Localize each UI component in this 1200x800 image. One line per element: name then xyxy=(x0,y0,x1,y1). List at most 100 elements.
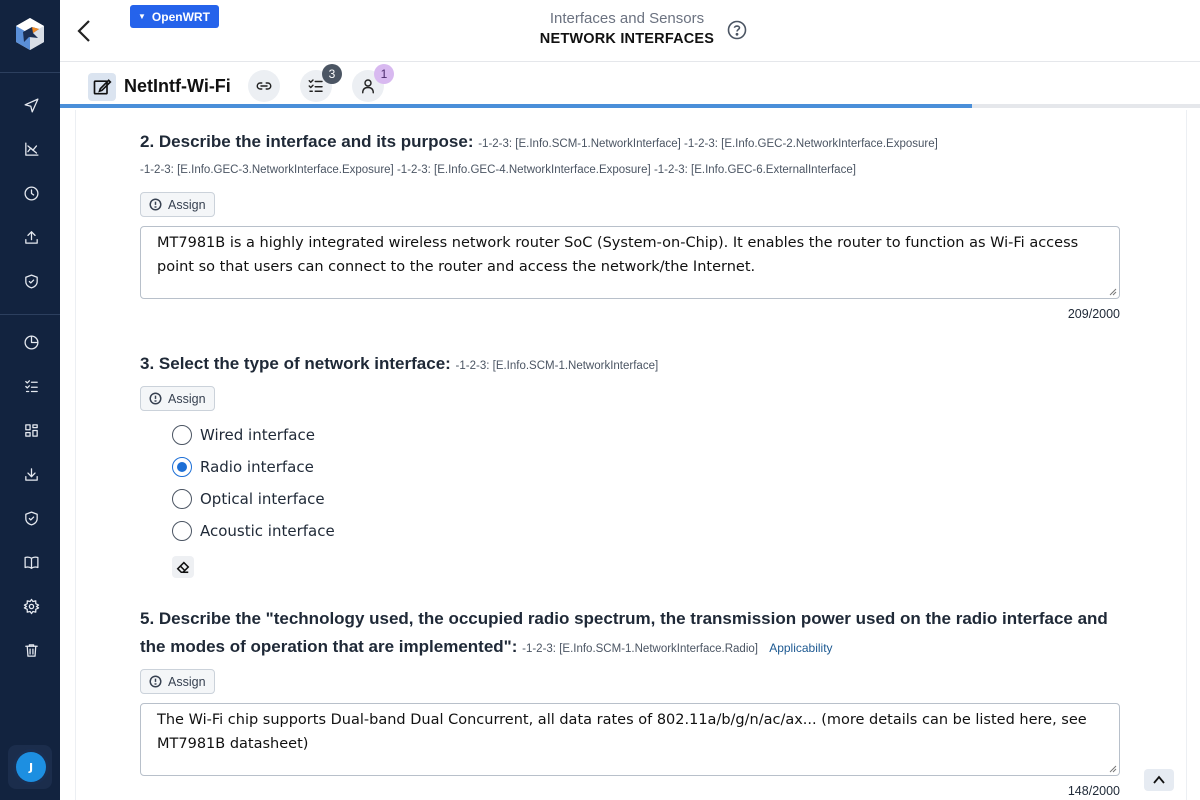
shield-icon[interactable] xyxy=(22,509,40,527)
scroll-to-top-button[interactable] xyxy=(1144,769,1174,791)
assign-button[interactable]: Assign xyxy=(140,669,215,694)
back-button[interactable] xyxy=(74,18,94,44)
ref-prefix: -1-2-3: xyxy=(478,138,513,150)
caret-down-icon: ▼ xyxy=(138,12,146,21)
radio-optical-interface[interactable]: Optical interface xyxy=(172,488,325,510)
radio-label: Acoustic interface xyxy=(200,522,335,540)
help-icon[interactable] xyxy=(727,20,747,40)
checklist-icon xyxy=(308,79,323,92)
avatar-initial: J xyxy=(28,760,34,774)
assign-label: Assign xyxy=(168,391,206,406)
question-5-title: 5. Describe the "technology used, the oc… xyxy=(140,605,1125,663)
item-title: NetIntf-Wi-Fi xyxy=(124,76,231,96)
radio-label: Optical interface xyxy=(200,490,325,508)
book-icon[interactable] xyxy=(22,553,40,571)
dashboard-icon[interactable] xyxy=(22,421,40,439)
clear-selection-button[interactable] xyxy=(172,556,194,578)
page-title: NETWORK INTERFACES xyxy=(539,31,715,47)
applicability-link[interactable]: Applicability xyxy=(769,641,832,655)
chart-icon[interactable] xyxy=(22,140,40,158)
gear-icon[interactable] xyxy=(22,597,40,615)
question-2-char-count: 209/2000 xyxy=(1067,307,1120,321)
clock-icon[interactable] xyxy=(22,184,40,202)
question-5-title-line2: the modes of operation that are implemen… xyxy=(140,633,1125,663)
question-2-answer-text: MT7981B is a highly integrated wireless … xyxy=(157,235,1079,275)
ref-link[interactable]: [E.Info.SCM-1.NetworkInterface] xyxy=(493,360,659,372)
alert-circle-icon xyxy=(149,198,162,211)
radio-wired-interface[interactable]: Wired interface xyxy=(172,424,315,446)
radio-acoustic-interface[interactable]: Acoustic interface xyxy=(172,520,335,542)
sidebar-divider xyxy=(0,72,60,73)
page-titles: Interfaces and Sensors NETWORK INTERFACE… xyxy=(527,10,727,47)
question-2-text: 2. Describe the interface and its purpos… xyxy=(140,132,474,151)
radio-label: Radio interface xyxy=(200,458,314,476)
ref-prefix: -1-2-3: xyxy=(140,164,174,176)
question-5-text-line1: 5. Describe the "technology used, the oc… xyxy=(140,609,1108,628)
ref-link[interactable]: [E.Info.GEC-4.NetworkInterface.Exposure] xyxy=(434,164,651,176)
ref-prefix: -1-2-3: xyxy=(455,360,490,372)
question-3-refs: -1-2-3: [E.Info.SCM-1.NetworkInterface] xyxy=(456,360,659,372)
progress-bar xyxy=(60,104,1200,108)
project-selector[interactable]: ▼ OpenWRT xyxy=(130,5,219,28)
app-logo-icon[interactable] xyxy=(12,16,48,52)
ref-link[interactable]: [E.Info.GEC-2.NetworkInterface.Exposure] xyxy=(721,138,938,150)
radio-button-selected[interactable] xyxy=(172,457,192,477)
assign-button[interactable]: Assign xyxy=(140,386,215,411)
assign-button[interactable]: Assign xyxy=(140,192,215,217)
sidebar-divider xyxy=(0,314,60,315)
pie-chart-icon[interactable] xyxy=(22,333,40,351)
ref-link[interactable]: [E.Info.SCM-1.NetworkInterface.Radio] xyxy=(559,643,758,655)
avatar[interactable]: J xyxy=(16,752,46,782)
questionnaire-panel xyxy=(75,110,1187,800)
checklist-count-badge: 3 xyxy=(322,64,342,84)
resize-handle-icon[interactable] xyxy=(1109,288,1117,296)
project-selector-label: OpenWRT xyxy=(151,9,210,24)
link-icon xyxy=(256,82,272,90)
eraser-icon xyxy=(176,561,190,574)
ref-prefix: -1-2-3: xyxy=(684,138,718,150)
user-icon xyxy=(362,79,374,94)
link-button[interactable] xyxy=(248,70,280,102)
resize-handle-icon[interactable] xyxy=(1109,765,1117,773)
alert-circle-icon xyxy=(149,675,162,688)
ref-prefix: -1-2-3: xyxy=(653,164,688,176)
chevron-left-icon xyxy=(77,20,90,42)
question-3-text: 3. Select the type of network interface: xyxy=(140,354,451,373)
radio-button[interactable] xyxy=(172,489,192,509)
ref-link[interactable]: [E.Info.GEC-6.ExternalInterface] xyxy=(691,164,856,176)
question-2-refs: -1-2-3: [E.Info.SCM-1.NetworkInterface] … xyxy=(478,138,938,150)
download-icon[interactable] xyxy=(22,465,40,483)
question-2-answer-input[interactable]: MT7981B is a highly integrated wireless … xyxy=(140,226,1120,299)
alert-circle-icon xyxy=(149,392,162,405)
navigation-icon[interactable] xyxy=(22,96,40,114)
question-5-refs: -1-2-3: [E.Info.SCM-1.NetworkInterface.R… xyxy=(522,643,761,655)
page-subtitle: Interfaces and Sensors xyxy=(549,10,705,27)
question-5-char-count: 148/2000 xyxy=(1067,784,1120,798)
radio-button[interactable] xyxy=(172,425,192,445)
question-5-answer-text: The Wi-Fi chip supports Dual-band Dual C… xyxy=(157,712,1087,752)
radio-radio-interface[interactable]: Radio interface xyxy=(172,456,314,478)
top-header: ▼ OpenWRT Interfaces and Sensors NETWORK… xyxy=(60,0,1200,62)
ref-prefix: -1-2-3: xyxy=(522,643,556,655)
ref-link[interactable]: [E.Info.SCM-1.NetworkInterface] xyxy=(515,138,681,150)
shield-check-icon[interactable] xyxy=(22,272,40,290)
assignees-count-badge: 1 xyxy=(374,64,394,84)
trash-icon[interactable] xyxy=(22,641,40,659)
assign-label: Assign xyxy=(168,674,206,689)
checklist-button[interactable]: 3 xyxy=(300,64,342,102)
ref-link[interactable]: [E.Info.GEC-3.NetworkInterface.Exposure] xyxy=(177,164,394,176)
question-2-title: 2. Describe the interface and its purpos… xyxy=(140,128,1125,158)
radio-button[interactable] xyxy=(172,521,192,541)
edit-icon[interactable] xyxy=(88,73,116,101)
ref-prefix: -1-2-3: xyxy=(396,164,431,176)
radio-label: Wired interface xyxy=(200,426,315,444)
question-5-text-line2: the modes of operation that are implemen… xyxy=(140,637,518,656)
checklist-icon[interactable] xyxy=(22,377,40,395)
question-3-title: 3. Select the type of network interface:… xyxy=(140,350,1125,380)
question-5-answer-input[interactable]: The Wi-Fi chip supports Dual-band Dual C… xyxy=(140,703,1120,776)
assignees-button[interactable]: 1 xyxy=(352,64,394,102)
upload-icon[interactable] xyxy=(22,228,40,246)
chevron-up-icon xyxy=(1153,775,1165,784)
assign-label: Assign xyxy=(168,197,206,212)
question-2-refs-continued: -1-2-3: [E.Info.GEC-3.NetworkInterface.E… xyxy=(140,164,856,176)
